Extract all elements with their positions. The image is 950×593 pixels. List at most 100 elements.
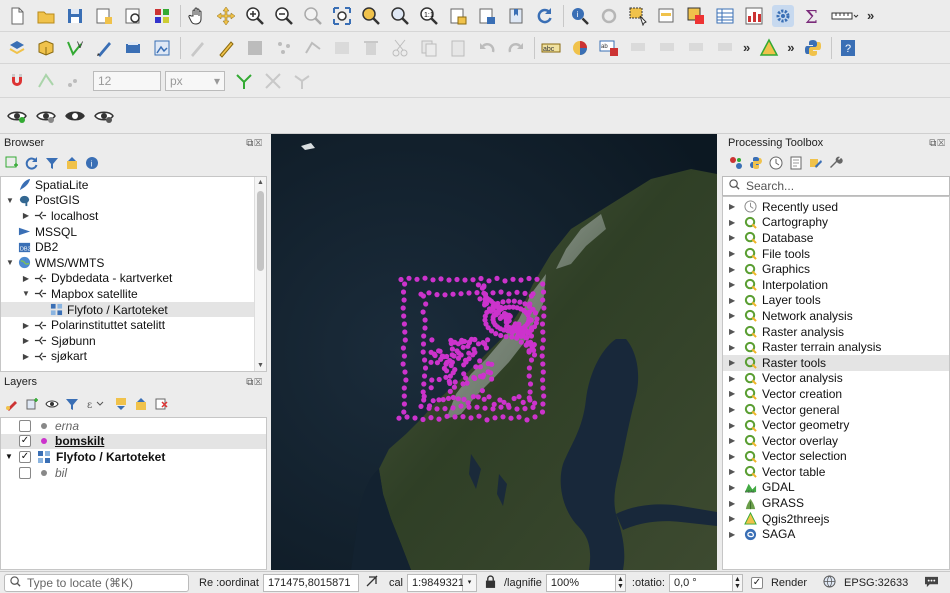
collapse-all-icon[interactable]: [64, 156, 79, 171]
toolbox-provider-item[interactable]: ▶ Raster terrain analysis: [723, 339, 949, 355]
select-features-icon[interactable]: [627, 5, 649, 27]
toolbox-provider-item[interactable]: ▶ Vector creation: [723, 386, 949, 402]
crs-globe-icon[interactable]: [823, 574, 836, 591]
layer-row[interactable]: bil: [1, 465, 266, 481]
add-raster-layer-icon[interactable]: [151, 37, 173, 59]
modify-attributes-icon[interactable]: [331, 37, 353, 59]
panel-float-close-icon[interactable]: ⧉☒: [246, 377, 263, 388]
topological-editing-icon[interactable]: [233, 70, 255, 92]
pan-hand-icon[interactable]: [186, 5, 208, 27]
edit-features-in-place-icon[interactable]: [808, 156, 823, 171]
collapsed-arrow-icon[interactable]: ▶: [729, 436, 739, 445]
add-vector-layer-icon[interactable]: V: [64, 37, 86, 59]
messages-icon[interactable]: [924, 575, 939, 591]
zoom-in-icon[interactable]: [244, 5, 266, 27]
filter-legend-icon[interactable]: [64, 397, 79, 412]
snapping-vertex-icon[interactable]: [35, 70, 57, 92]
cut-features-icon[interactable]: [389, 37, 411, 59]
toolbar-overflow-icon[interactable]: »: [743, 40, 750, 55]
vertex-tool-icon[interactable]: [302, 37, 324, 59]
zoom-to-layer-icon[interactable]: [389, 5, 411, 27]
collapsed-arrow-icon[interactable]: ▶: [21, 352, 31, 361]
map-canvas[interactable]: [271, 134, 717, 570]
toolbox-provider-item[interactable]: ▶ Vector selection: [723, 449, 949, 465]
scale-field[interactable]: 1:9849321: [407, 573, 464, 592]
toolbox-provider-item[interactable]: ▶ Vector analysis: [723, 371, 949, 387]
rotation-spinner[interactable]: ▲ ▼: [732, 573, 743, 592]
browser-item[interactable]: ▶ Polarinstituttet satelitt: [1, 317, 266, 333]
zoom-next-icon[interactable]: [476, 5, 498, 27]
collapsed-arrow-icon[interactable]: ▶: [729, 358, 739, 367]
sum-sigma-icon[interactable]: Σ: [801, 5, 823, 27]
toolbox-provider-item[interactable]: ▶ Raster analysis: [723, 324, 949, 340]
panel-float-close-icon[interactable]: ⧉☒: [246, 138, 263, 149]
show-all-layers-eye-icon[interactable]: [6, 105, 28, 127]
remove-layer-icon[interactable]: [153, 397, 168, 412]
toggle-editing-pencil-icon[interactable]: [215, 37, 237, 59]
toolbox-provider-item[interactable]: ▶ Vector general: [723, 402, 949, 418]
layer-row[interactable]: erna: [1, 418, 266, 434]
toolbox-provider-item[interactable]: ▶ Vector overlay: [723, 433, 949, 449]
models-icon[interactable]: [728, 156, 743, 171]
info-icon[interactable]: i: [84, 156, 99, 171]
toolbox-search-input[interactable]: Search...: [722, 176, 950, 196]
collapsed-arrow-icon[interactable]: ▶: [21, 274, 31, 283]
expand-all-icon[interactable]: [113, 397, 128, 412]
open-project-icon[interactable]: [35, 5, 57, 27]
delete-selected-icon[interactable]: [360, 37, 382, 59]
collapsed-arrow-icon[interactable]: ▶: [729, 280, 739, 289]
add-point-feature-icon[interactable]: [273, 37, 295, 59]
magnifier-field[interactable]: 100%: [545, 573, 616, 592]
browser-item[interactable]: SpatiaLite: [1, 177, 266, 193]
browser-item[interactable]: ▼ WMS/WMTS: [1, 255, 266, 271]
snapping-tolerance-input[interactable]: 12: [93, 70, 161, 91]
browser-item[interactable]: DB2 DB2: [1, 239, 266, 255]
toolbar-overflow-icon[interactable]: »: [787, 40, 794, 55]
collapsed-arrow-icon[interactable]: ▶: [729, 233, 739, 242]
move-label-icon[interactable]: [685, 37, 707, 59]
expanded-arrow-icon[interactable]: ▼: [5, 452, 15, 461]
collapsed-arrow-icon[interactable]: ▶: [729, 483, 739, 492]
browser-item[interactable]: Flyfoto / Kartoteket: [1, 301, 266, 318]
browser-item[interactable]: ▼ PostGIS: [1, 193, 266, 209]
collapsed-arrow-icon[interactable]: ▶: [729, 296, 739, 305]
collapsed-arrow-icon[interactable]: ▶: [21, 321, 31, 330]
open-layer-styling-icon[interactable]: [4, 397, 19, 412]
layer-labeling-abc-icon[interactable]: abc: [540, 37, 562, 59]
toolbox-provider-item[interactable]: ▶ Recently used: [723, 199, 949, 215]
select-by-value-icon[interactable]: [656, 5, 678, 27]
python-console-icon[interactable]: [802, 37, 824, 59]
save-project-icon[interactable]: [64, 5, 86, 27]
open-attribute-table-icon[interactable]: [714, 5, 736, 27]
add-delimited-text-icon[interactable]: [93, 37, 115, 59]
locator-search-input[interactable]: Type to locate (⌘K): [4, 573, 189, 592]
collapsed-arrow-icon[interactable]: ▶: [729, 311, 739, 320]
identify-features-icon[interactable]: i: [569, 5, 591, 27]
zoom-to-selection-icon[interactable]: [360, 5, 382, 27]
add-selected-layers-icon[interactable]: [4, 156, 19, 171]
toolbox-provider-item[interactable]: ▶ GDAL GDAL: [723, 480, 949, 496]
zoom-rubberband-icon[interactable]: [302, 5, 324, 27]
qgis2threejs-triangle-icon[interactable]: [758, 37, 780, 59]
style-manager-icon[interactable]: [151, 5, 173, 27]
collapsed-arrow-icon[interactable]: ▶: [729, 421, 739, 430]
toolbox-provider-item[interactable]: ▶ Interpolation: [723, 277, 949, 293]
collapsed-arrow-icon[interactable]: ▶: [21, 211, 31, 220]
expanded-arrow-icon[interactable]: ▼: [5, 196, 15, 205]
help-icon[interactable]: ?: [837, 37, 859, 59]
rotate-label-icon[interactable]: [714, 37, 736, 59]
snapping-intersection-icon[interactable]: [291, 70, 313, 92]
collapsed-arrow-icon[interactable]: ▶: [729, 514, 739, 523]
browser-item[interactable]: MSSQL: [1, 224, 266, 240]
layer-row[interactable]: ▼ ✓ Flyfoto / Kartoteket: [1, 449, 266, 465]
layer-visibility-checkbox[interactable]: [19, 466, 31, 479]
layer-visibility-checkbox[interactable]: ✓: [19, 450, 31, 463]
toolbox-provider-item[interactable]: ▶ GRASS: [723, 495, 949, 511]
browser-item[interactable]: ▼ Mapbox satellite: [1, 286, 266, 302]
lock-scale-icon[interactable]: [485, 574, 496, 591]
current-edits-icon[interactable]: [186, 37, 208, 59]
redo-icon[interactable]: [505, 37, 527, 59]
browser-item[interactable]: ▶ Dybdedata - kartverket: [1, 271, 266, 287]
scroll-down-arrow-icon[interactable]: ▼: [255, 362, 266, 369]
hide-all-layers-eye-icon[interactable]: [35, 105, 57, 127]
